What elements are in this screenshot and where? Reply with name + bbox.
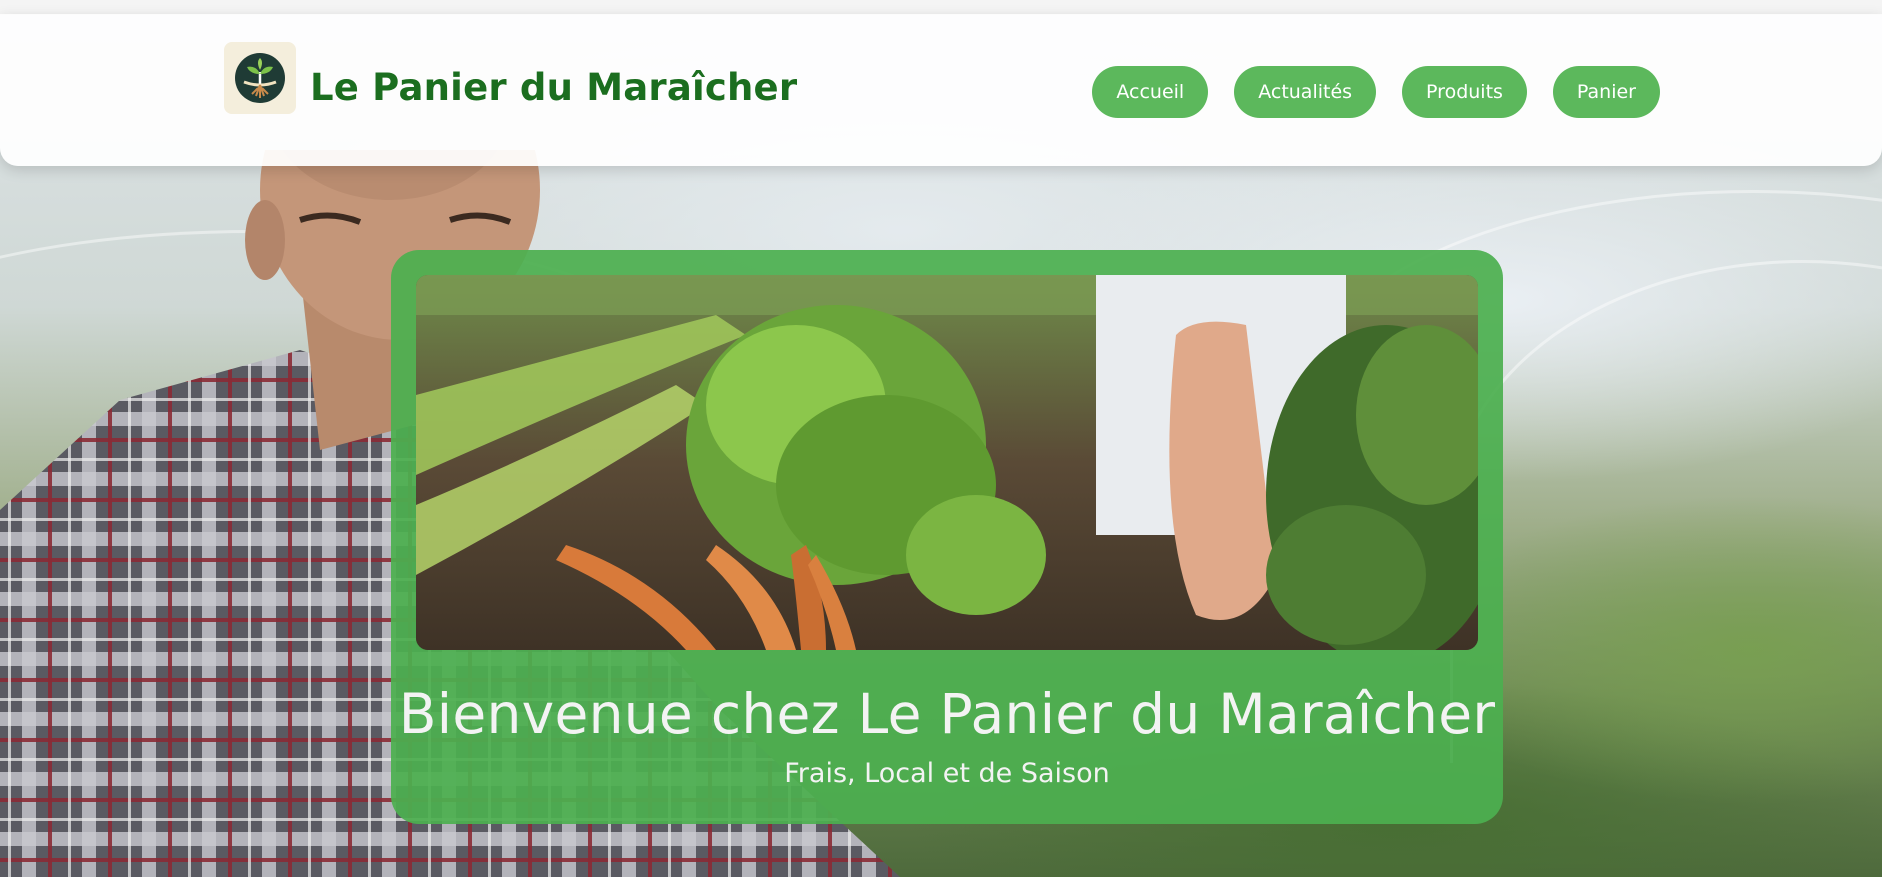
logo[interactable] xyxy=(224,42,296,114)
hero-image xyxy=(416,275,1478,650)
site-header: Le Panier du Maraîcher Accueil Actualité… xyxy=(0,14,1882,166)
hero-subtitle: Frais, Local et de Saison xyxy=(784,758,1110,789)
sprout-icon xyxy=(235,53,285,103)
page: Le Panier du Maraîcher Accueil Actualité… xyxy=(0,0,1882,877)
hero-title: Bienvenue chez Le Panier du Maraîcher xyxy=(398,682,1496,746)
vegetables-photo xyxy=(416,275,1478,650)
nav-accueil-button[interactable]: Accueil xyxy=(1092,66,1209,118)
main-nav: Accueil Actualités Produits Panier xyxy=(1092,66,1660,118)
nav-actualites-button[interactable]: Actualités xyxy=(1234,66,1377,118)
nav-panier-button[interactable]: Panier xyxy=(1552,66,1660,118)
nav-produits-button[interactable]: Produits xyxy=(1402,66,1527,118)
hero-card: Bienvenue chez Le Panier du Maraîcher Fr… xyxy=(391,250,1503,824)
bookmarks-bar xyxy=(0,0,1882,15)
brand-name[interactable]: Le Panier du Maraîcher xyxy=(310,66,797,109)
